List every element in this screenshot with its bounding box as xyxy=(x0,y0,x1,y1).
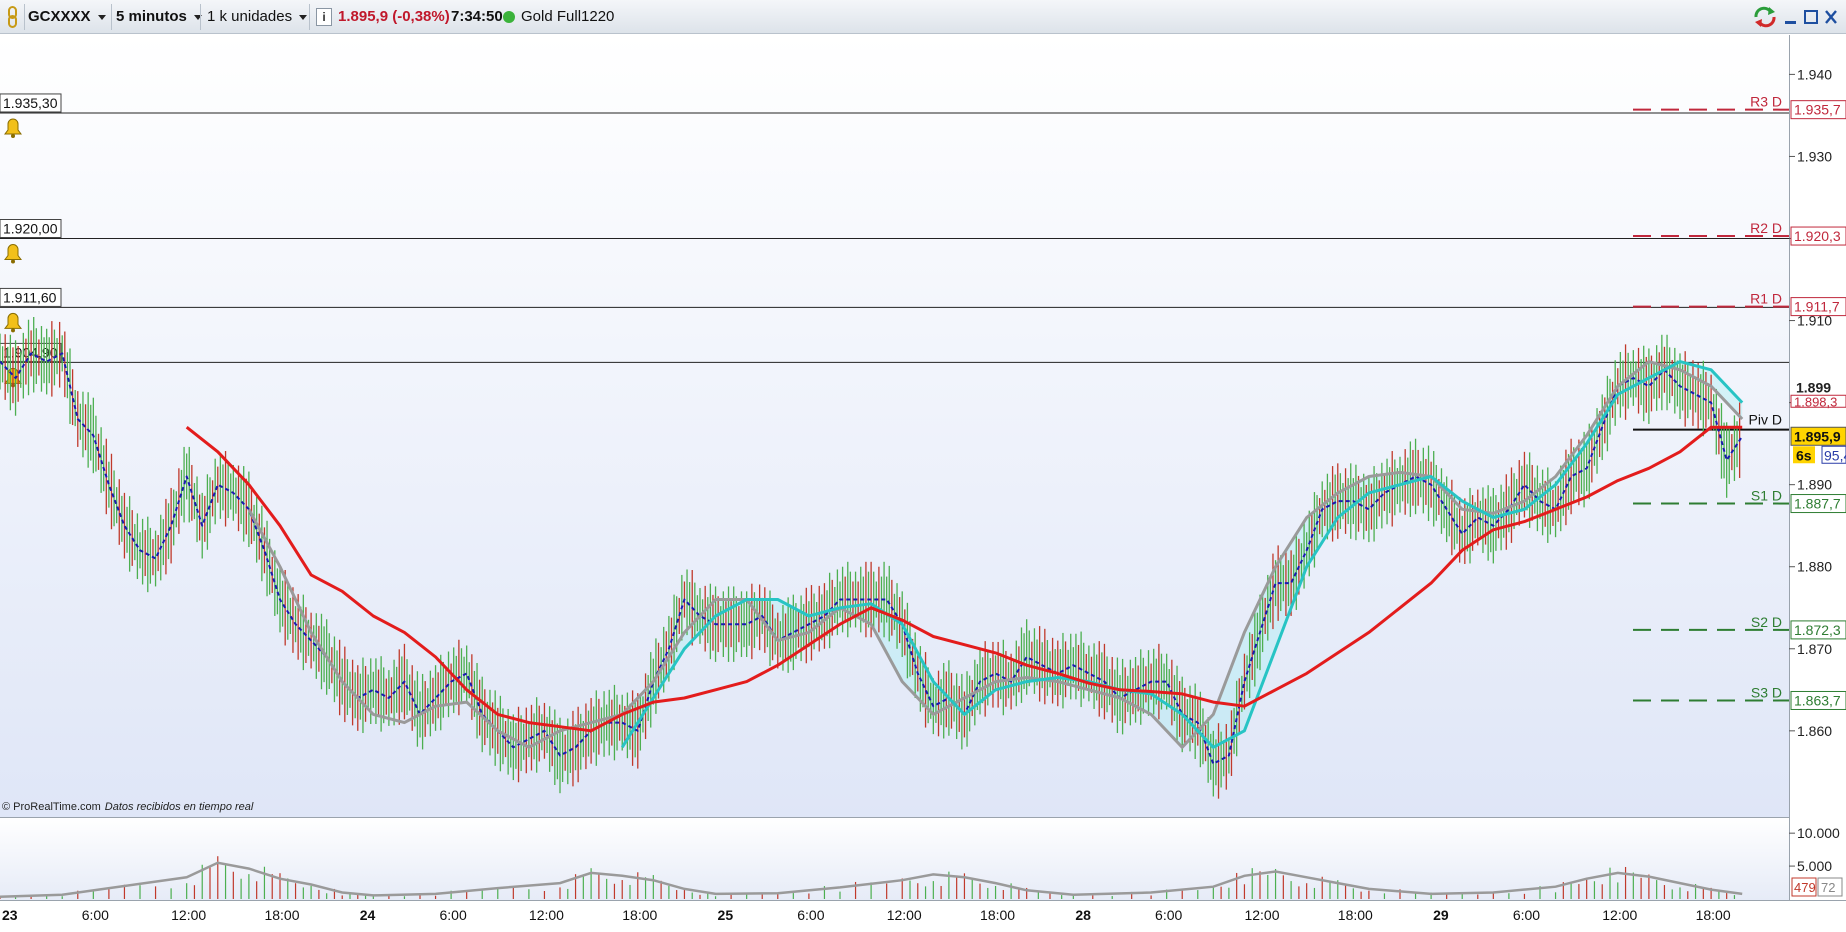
info-icon[interactable]: i xyxy=(316,8,332,26)
pivot-name: S1 D xyxy=(1751,488,1782,504)
close-icon[interactable] xyxy=(1822,8,1840,31)
chart-toolbar: GCXXXX 5 minutos 1 k unidades i 1.895,9 … xyxy=(0,0,1846,34)
current-price-label: 1.895,9 xyxy=(1794,428,1841,444)
overlap-label: 1.899 xyxy=(1796,379,1831,395)
volume-tick-label: 10.000 xyxy=(1797,825,1840,841)
volume-avg-label: 72 xyxy=(1821,880,1835,895)
symbol-selector[interactable]: GCXXXX xyxy=(28,5,106,29)
y-tick-label: 1.880 xyxy=(1797,559,1832,575)
y-tick-label: 1.870 xyxy=(1797,641,1832,657)
pivot-price-label: 1.898,3 xyxy=(1794,394,1837,409)
price-panel-bg xyxy=(0,35,1789,817)
y-tick-label: 1.930 xyxy=(1797,148,1832,164)
pivot-name: S2 D xyxy=(1751,614,1782,630)
chart-area[interactable]: 1.9401.9301.9201.9101.9001.8901.8801.870… xyxy=(0,35,1846,927)
alert-label: 1.935,30 xyxy=(3,95,58,111)
timeframe-selector[interactable]: 5 minutos xyxy=(116,5,202,29)
x-tick-label: 18:00 xyxy=(622,907,657,923)
x-tick-label: 25 xyxy=(718,907,734,923)
alert-label: 1.920,00 xyxy=(3,221,58,237)
x-tick-label: 12:00 xyxy=(1602,907,1637,923)
x-tick-label: 12:00 xyxy=(529,907,564,923)
countdown-label: 6s xyxy=(1796,447,1812,463)
symbol-label: GCXXXX xyxy=(28,8,91,25)
chevron-down-icon xyxy=(299,14,308,20)
x-tick-label: 24 xyxy=(360,907,376,923)
pivot-name: S3 D xyxy=(1751,684,1782,700)
volume-panel-bg xyxy=(0,818,1789,900)
units-selector[interactable]: 1 k unidades xyxy=(207,5,308,29)
x-tick-label: 12:00 xyxy=(171,907,206,923)
bell-clapper xyxy=(11,259,15,264)
y-tick-label: 1.860 xyxy=(1797,723,1832,739)
pivot-value: 1.872,3 xyxy=(1794,622,1841,638)
x-tick-label: 12:00 xyxy=(887,907,922,923)
bell-clapper xyxy=(11,133,15,138)
price-change: 1.895,9 (-0,38%) xyxy=(338,8,450,25)
y-tick-label: 1.890 xyxy=(1797,477,1832,493)
x-tick-label: 6:00 xyxy=(1155,907,1182,923)
maximize-icon[interactable] xyxy=(1802,8,1820,31)
x-tick-label: 29 xyxy=(1433,907,1449,923)
x-tick-label: 6:00 xyxy=(1513,907,1540,923)
pivot-value: 1.935,7 xyxy=(1794,102,1841,118)
pivot-value: 1.863,7 xyxy=(1794,692,1841,708)
volume-tick-label: 5.000 xyxy=(1797,858,1832,874)
instrument-name: Gold Full1220 xyxy=(521,8,615,25)
x-tick-label: 6:00 xyxy=(439,907,466,923)
x-tick-label: 18:00 xyxy=(980,907,1015,923)
y-tick-label: 1.940 xyxy=(1797,66,1832,82)
pivot-name: R2 D xyxy=(1750,220,1782,236)
minimize-icon[interactable] xyxy=(1782,8,1800,31)
pivot-value: 1.911,7 xyxy=(1794,299,1840,315)
chain-link-icon[interactable] xyxy=(4,5,22,29)
price-chart[interactable]: 1.9401.9301.9201.9101.9001.8901.8801.870… xyxy=(0,35,1846,927)
bell-clapper xyxy=(11,328,15,333)
x-tick-label: 23 xyxy=(2,907,18,923)
x-tick-label: 6:00 xyxy=(797,907,824,923)
x-tick-label: 18:00 xyxy=(1696,907,1731,923)
alert-label: 1.911,60 xyxy=(3,289,57,305)
pivot-name: R3 D xyxy=(1750,94,1782,110)
ma-value-label: 95,4 xyxy=(1824,447,1846,463)
x-tick-label: 12:00 xyxy=(1244,907,1279,923)
clock-time: 7:34:50 xyxy=(451,8,503,25)
pivot-name: Piv D xyxy=(1749,412,1782,428)
timeframe-label: 5 minutos xyxy=(116,8,187,25)
x-tick-label: 28 xyxy=(1075,907,1091,923)
pivot-value: 1.920,3 xyxy=(1794,228,1841,244)
volume-last-label: 479 xyxy=(1794,880,1816,895)
pivot-name: R1 D xyxy=(1750,291,1782,307)
units-label: 1 k unidades xyxy=(207,8,293,25)
pivot-value: 1.887,7 xyxy=(1794,496,1841,512)
x-tick-label: 18:00 xyxy=(1338,907,1373,923)
status-dot-icon xyxy=(503,11,515,23)
refresh-icon[interactable] xyxy=(1752,6,1778,33)
watermark: © ProRealTime.com Datos recibidos en tiem… xyxy=(2,801,254,813)
chevron-down-icon xyxy=(97,14,106,20)
x-tick-label: 6:00 xyxy=(82,907,109,923)
x-tick-label: 18:00 xyxy=(264,907,299,923)
